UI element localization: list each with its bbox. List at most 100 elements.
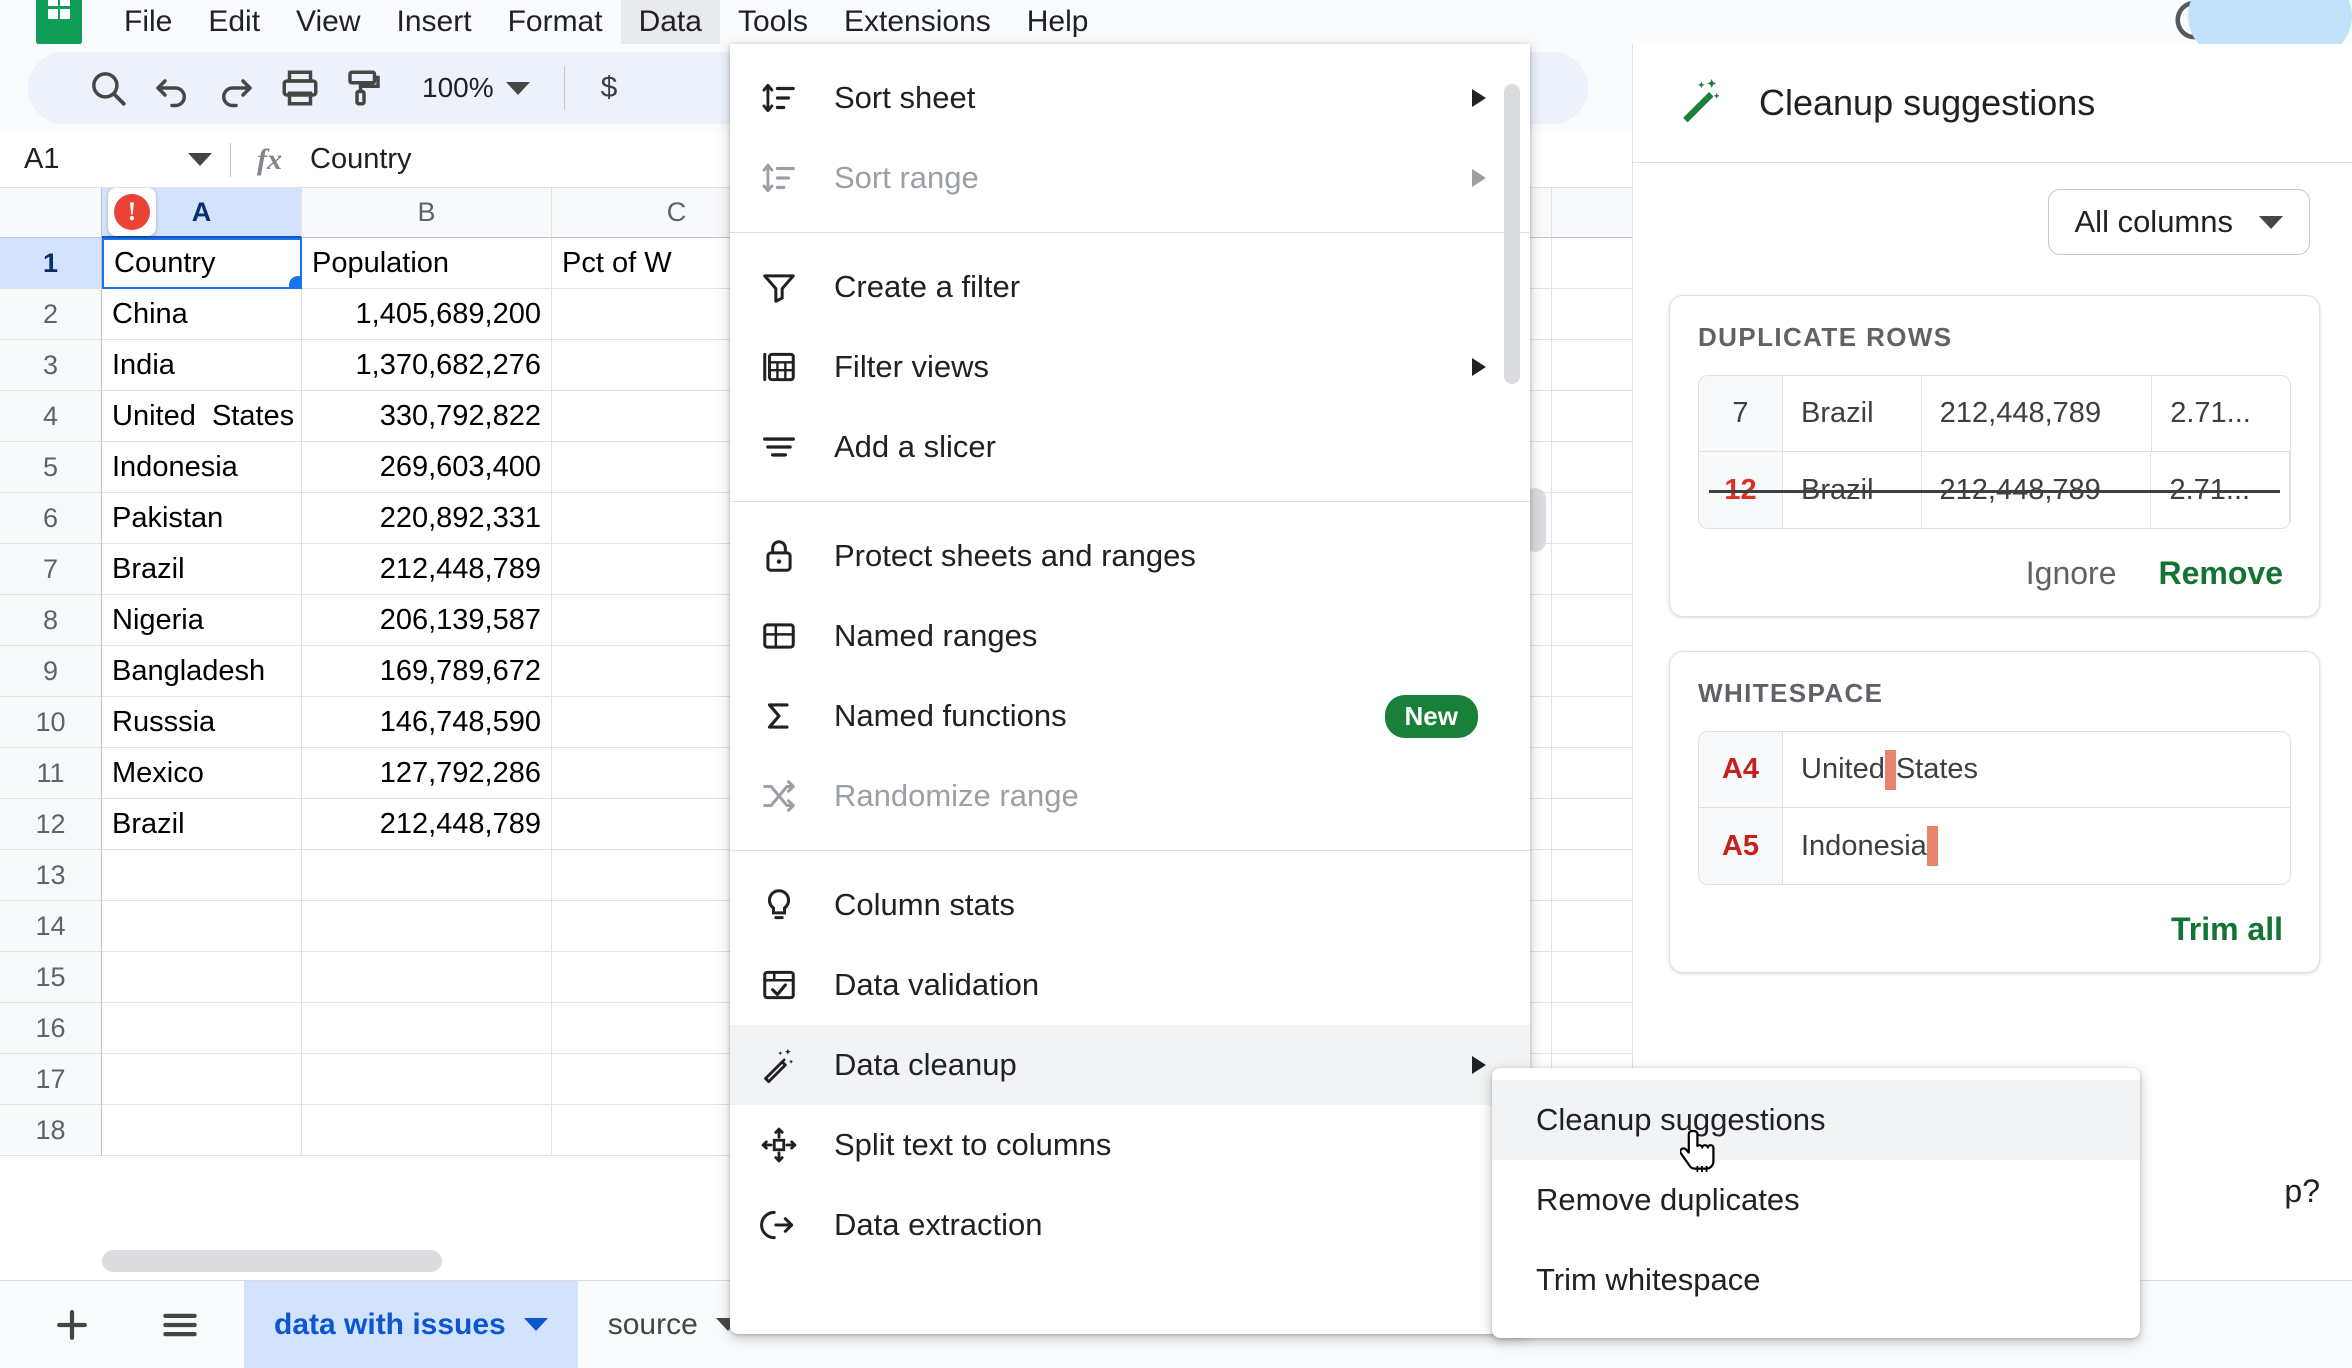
row-header[interactable]: 13: [0, 850, 102, 901]
grid-cell[interactable]: 169,789,672: [302, 646, 552, 697]
menu-item-named-ranges[interactable]: Named ranges: [730, 596, 1530, 676]
column-header-b[interactable]: B: [302, 188, 552, 238]
zoom-selector[interactable]: 100%: [408, 72, 544, 104]
row-header[interactable]: 18: [0, 1105, 102, 1156]
table-row[interactable]: A5 Indonesia: [1699, 808, 2290, 884]
grid-cell[interactable]: 1,370,682,276: [302, 340, 552, 391]
grid-cell[interactable]: [102, 901, 302, 952]
trim-all-button[interactable]: Trim all: [2171, 911, 2283, 948]
row-header[interactable]: 9: [0, 646, 102, 697]
row-header[interactable]: 15: [0, 952, 102, 1003]
table-row[interactable]: A4 United States: [1699, 732, 2290, 808]
menu-scrollbar[interactable]: [1504, 84, 1520, 384]
grid-cell[interactable]: 127,792,286: [302, 748, 552, 799]
menu-item-named-functions[interactable]: Named functions New: [730, 676, 1530, 756]
google-sheets-logo[interactable]: [28, 0, 82, 49]
row-header[interactable]: 17: [0, 1054, 102, 1105]
grid-cell[interactable]: Brazil: [102, 799, 302, 850]
grid-cell[interactable]: [102, 1054, 302, 1105]
menu-data[interactable]: Data: [620, 0, 720, 44]
grid-cell[interactable]: Country: [102, 238, 302, 289]
row-header[interactable]: 10: [0, 697, 102, 748]
row-header[interactable]: 7: [0, 544, 102, 595]
menu-item-data-cleanup[interactable]: Data cleanup: [730, 1025, 1530, 1105]
print-icon[interactable]: [268, 56, 332, 120]
row-header[interactable]: 12: [0, 799, 102, 850]
grid-cell[interactable]: 1,405,689,200: [302, 289, 552, 340]
grid-cell[interactable]: India: [102, 340, 302, 391]
menu-file[interactable]: File: [106, 0, 190, 44]
remove-button[interactable]: Remove: [2159, 555, 2284, 592]
row-header[interactable]: 5: [0, 442, 102, 493]
menu-item-split-text-to-columns[interactable]: Split text to columns: [730, 1105, 1530, 1185]
ignore-button[interactable]: Ignore: [2026, 555, 2117, 592]
row-header[interactable]: 6: [0, 493, 102, 544]
grid-cell[interactable]: United States: [102, 391, 302, 442]
all-sheets-icon[interactable]: [144, 1289, 216, 1361]
name-box[interactable]: A1: [0, 132, 230, 188]
grid-cell[interactable]: [302, 1003, 552, 1054]
all-columns-dropdown[interactable]: All columns: [2047, 189, 2310, 255]
table-row[interactable]: 12 Brazil 212,448,789 2.71...: [1699, 452, 2290, 528]
row-header[interactable]: 14: [0, 901, 102, 952]
menu-item-add-a-slicer[interactable]: Add a slicer: [730, 407, 1530, 487]
chevron-down-icon[interactable]: [523, 1318, 548, 1331]
submenu-item-cleanup-suggestions[interactable]: Cleanup suggestions: [1492, 1080, 2140, 1160]
horizontal-scrollbar[interactable]: [102, 1250, 442, 1272]
menu-edit[interactable]: Edit: [190, 0, 278, 44]
grid-cell[interactable]: Nigeria: [102, 595, 302, 646]
menu-item-sort-sheet[interactable]: Sort sheet: [730, 58, 1530, 138]
grid-cell[interactable]: 269,603,400: [302, 442, 552, 493]
grid-cell[interactable]: [302, 1105, 552, 1156]
grid-cell[interactable]: Population: [302, 238, 552, 289]
grid-cell[interactable]: [102, 952, 302, 1003]
redo-icon[interactable]: [204, 56, 268, 120]
menu-extensions[interactable]: Extensions: [826, 0, 1009, 44]
grid-cell[interactable]: Russsia: [102, 697, 302, 748]
sheet-tab-data-with-issues[interactable]: data with issues: [244, 1280, 578, 1368]
grid-cell[interactable]: 220,892,331: [302, 493, 552, 544]
grid-cell[interactable]: 212,448,789: [302, 799, 552, 850]
menu-item-column-stats[interactable]: Column stats: [730, 865, 1530, 945]
row-header[interactable]: 1: [0, 238, 102, 289]
currency-format-button[interactable]: $: [585, 71, 634, 105]
grid-cell[interactable]: 146,748,590: [302, 697, 552, 748]
row-header[interactable]: 11: [0, 748, 102, 799]
search-icon[interactable]: [76, 56, 140, 120]
grid-cell[interactable]: [102, 1105, 302, 1156]
grid-cell[interactable]: 330,792,822: [302, 391, 552, 442]
grid-cell[interactable]: [302, 1054, 552, 1105]
row-header[interactable]: 2: [0, 289, 102, 340]
menu-item-data-extraction[interactable]: Data extraction: [730, 1185, 1530, 1265]
grid-cell[interactable]: China: [102, 289, 302, 340]
menu-item-create-a-filter[interactable]: Create a filter: [730, 247, 1530, 327]
menu-format[interactable]: Format: [490, 0, 621, 44]
grid-cell[interactable]: [102, 850, 302, 901]
grid-cell[interactable]: Bangladesh: [102, 646, 302, 697]
column-header-a[interactable]: ! A: [102, 188, 302, 238]
submenu-item-remove-duplicates[interactable]: Remove duplicates: [1492, 1160, 2140, 1240]
row-header[interactable]: 4: [0, 391, 102, 442]
formula-input[interactable]: Country: [310, 143, 412, 176]
grid-cell[interactable]: Mexico: [102, 748, 302, 799]
table-row[interactable]: 7 Brazil 212,448,789 2.71...: [1699, 376, 2290, 452]
row-header[interactable]: 3: [0, 340, 102, 391]
menu-view[interactable]: View: [278, 0, 378, 44]
undo-icon[interactable]: [140, 56, 204, 120]
grid-cell[interactable]: 212,448,789: [302, 544, 552, 595]
paint-format-icon[interactable]: [332, 56, 396, 120]
select-all-corner[interactable]: [0, 188, 102, 238]
grid-cell[interactable]: [302, 850, 552, 901]
menu-item-protect-sheets-and-ranges[interactable]: Protect sheets and ranges: [730, 516, 1530, 596]
grid-cell[interactable]: 206,139,587: [302, 595, 552, 646]
grid-cell[interactable]: [302, 952, 552, 1003]
submenu-item-trim-whitespace[interactable]: Trim whitespace: [1492, 1240, 2140, 1320]
menu-tools[interactable]: Tools: [720, 0, 826, 44]
grid-cell[interactable]: [302, 901, 552, 952]
menu-item-filter-views[interactable]: Filter views: [730, 327, 1530, 407]
add-sheet-button[interactable]: [36, 1289, 108, 1361]
grid-cell[interactable]: Pakistan: [102, 493, 302, 544]
grid-cell[interactable]: Indonesia: [102, 442, 302, 493]
row-header[interactable]: 8: [0, 595, 102, 646]
menu-insert[interactable]: Insert: [379, 0, 490, 44]
